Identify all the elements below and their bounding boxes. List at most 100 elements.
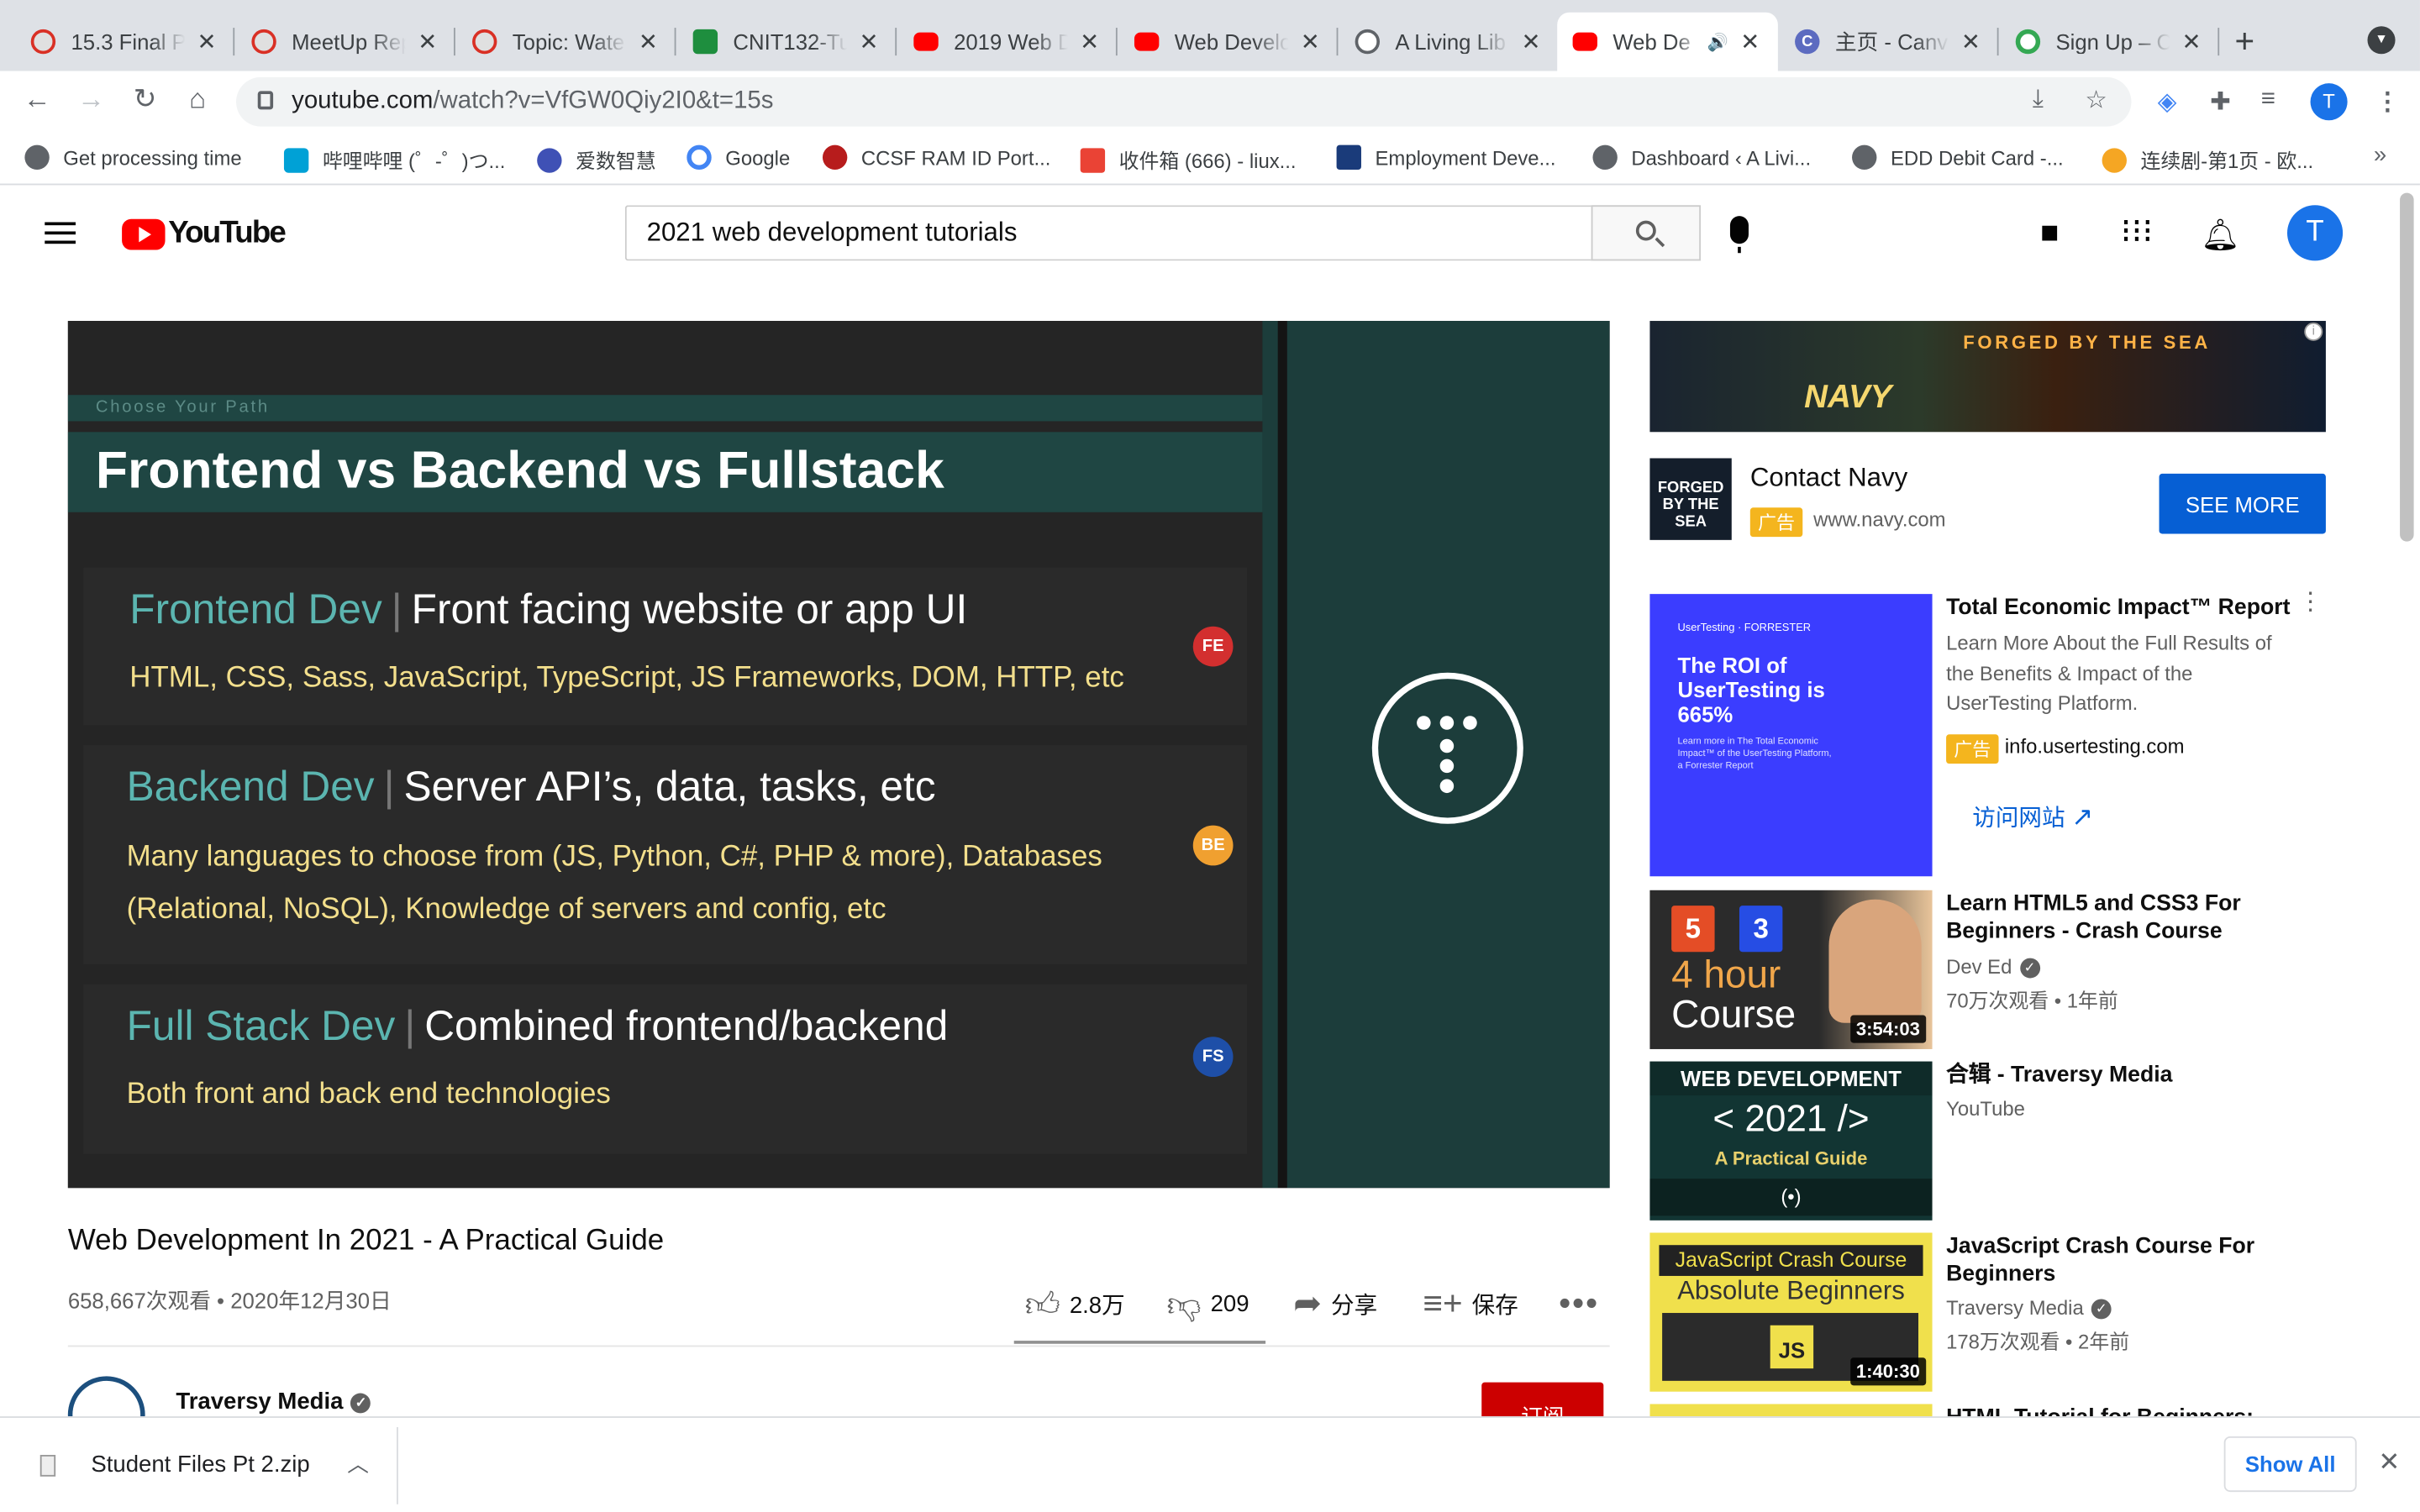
home-icon[interactable]: ⌂ xyxy=(179,83,216,116)
more-actions-icon[interactable]: ••• xyxy=(1559,1284,1599,1324)
related-title[interactable]: 合辑 - Traversy Media xyxy=(1946,1062,2301,1089)
bookmark-item[interactable]: CCSF RAM ID Port... xyxy=(822,144,1050,171)
hamburger-menu-icon[interactable] xyxy=(45,222,76,244)
show-all-button[interactable]: Show All xyxy=(2223,1436,2357,1493)
bookmark-item[interactable]: Employment Deve... xyxy=(1336,144,1555,171)
related-channel[interactable]: YouTube xyxy=(1946,1097,2025,1121)
related-title[interactable]: HTML Tutorial for Beginners: xyxy=(1946,1404,2301,1416)
related-video[interactable]: HTML Tutorial for Beginners: xyxy=(1649,1404,2325,1417)
chevron-up-icon[interactable]: ︿ xyxy=(347,1449,369,1480)
search-button[interactable] xyxy=(1591,205,1702,261)
like-button[interactable]: 👍︎ 2.8万 xyxy=(1025,1284,1125,1326)
see-more-button[interactable]: SEE MORE xyxy=(2159,473,2326,534)
grammarly-icon xyxy=(2015,29,2041,55)
search-input[interactable]: 2021 web development tutorials xyxy=(624,205,1593,261)
globe-icon xyxy=(1355,29,1381,55)
bookmark-item[interactable]: EDD Debit Card -... xyxy=(1852,144,2064,171)
close-tab-icon[interactable]: ✕ xyxy=(2179,28,2203,55)
kebab-menu-icon[interactable]: ⋮ xyxy=(2298,591,2323,615)
video-player[interactable]: Choose Your Path Frontend vs Backend vs … xyxy=(67,321,1610,1189)
extensions-puzzle-icon[interactable]: ✚ xyxy=(2210,87,2231,118)
related-title[interactable]: Learn HTML5 and CSS3 For Beginners - Cra… xyxy=(1946,890,2301,946)
promo-ad[interactable]: UserTesting · FORRESTER The ROI of UserT… xyxy=(1649,591,2325,877)
reload-icon[interactable]: ↻ xyxy=(127,83,164,116)
close-tab-icon[interactable]: ✕ xyxy=(1077,28,1102,55)
tab[interactable]: 15.3 Final P ✕ xyxy=(15,13,235,71)
back-icon[interactable]: ← xyxy=(18,83,55,116)
profile-avatar[interactable]: T xyxy=(2310,83,2348,121)
video-thumbnail[interactable] xyxy=(1649,1404,1933,1417)
tab[interactable]: A Living Lib ✕ xyxy=(1339,13,1559,71)
bookmarks-overflow-icon[interactable]: » xyxy=(2374,142,2386,168)
tab[interactable]: Sign Up – C ✕ xyxy=(2000,13,2220,71)
bookmark-item[interactable]: Dashboard ‹ A Livi... xyxy=(1592,144,1811,171)
bookmark-item[interactable]: 收件箱 (666) - liux... xyxy=(1080,145,1297,175)
share-button[interactable]: ➦ 分享 xyxy=(1293,1284,1377,1324)
related-channel[interactable]: Traversy Media ✓ xyxy=(1946,1296,2112,1320)
audio-playing-icon[interactable]: 🔊 xyxy=(1707,32,1728,51)
close-tab-icon[interactable]: ✕ xyxy=(856,28,881,55)
lock-icon[interactable] xyxy=(257,91,274,110)
tab[interactable]: MeetUp Rep ✕ xyxy=(236,13,455,71)
page-scrollbar[interactable] xyxy=(2395,186,2420,1417)
bookmark-item[interactable]: Google xyxy=(687,144,790,171)
close-tab-icon[interactable]: ✕ xyxy=(1298,28,1323,55)
bookmark-item[interactable]: 连续剧-第1页 - 欧... xyxy=(2102,145,2313,175)
ad-banner[interactable]: FORGED BY THE SEA NAVY xyxy=(1649,321,2326,433)
account-avatar[interactable]: T xyxy=(2286,205,2344,261)
install-app-icon[interactable]: ⤓ xyxy=(2033,87,2044,114)
visit-site-button[interactable]: 访问网站 ↗ xyxy=(1972,801,2093,833)
apps-grid-icon[interactable]: ⁝⁝⁝ xyxy=(2121,212,2154,252)
related-channel[interactable]: Dev Ed ✓ xyxy=(1946,955,2040,979)
close-tab-icon[interactable]: ✕ xyxy=(1959,28,1983,55)
url-text[interactable]: youtube.com/watch?v=VfGW0Qiy2I0&t=15s xyxy=(292,88,773,116)
tab[interactable]: CNIT132-Tu ✕ xyxy=(677,13,897,71)
tab[interactable]: 2019 Web D ✕ xyxy=(898,13,1118,71)
tab-search-icon[interactable]: ▾ xyxy=(2367,26,2396,55)
tab[interactable]: Web Develo ✕ xyxy=(1119,13,1339,71)
youtube-logo[interactable]: YouTube xyxy=(122,216,287,251)
media-control-icon[interactable]: ≡ xyxy=(2261,87,2275,114)
address-bar[interactable]: youtube.com/watch?v=VfGW0Qiy2I0&t=15s ⤓ … xyxy=(236,76,2132,127)
related-video[interactable]: JavaScript Crash Course Absolute Beginne… xyxy=(1649,1232,2325,1392)
scrollbar-thumb[interactable] xyxy=(2400,192,2414,542)
ad-title[interactable]: Contact Navy xyxy=(1750,463,1907,494)
tab-active[interactable]: Web De 🔊 ✕ xyxy=(1557,12,1778,71)
video-thumbnail[interactable]: 5 3 4 hour Course 3:54:03 xyxy=(1649,890,1933,1049)
ad-info-icon[interactable]: i xyxy=(2304,322,2323,341)
close-tab-icon[interactable]: ✕ xyxy=(636,28,660,55)
extension-icon[interactable]: ◈ xyxy=(2158,87,2177,118)
close-tab-icon[interactable]: ✕ xyxy=(1738,28,1762,55)
channel-name[interactable]: Traversy Media ✓ xyxy=(176,1389,371,1415)
menu-kebab-icon[interactable]: ⋮ xyxy=(2375,87,2400,118)
forward-icon[interactable]: → xyxy=(72,83,109,116)
save-button[interactable]: ≡+ 保存 xyxy=(1423,1284,1518,1324)
ad-logo[interactable]: FORGED BY THE SEA xyxy=(1649,458,1732,540)
row-heading: Frontend Dev | Front facing website or app… xyxy=(129,586,967,634)
promo-body: Learn More About the Full Results of the… xyxy=(1946,631,2272,715)
close-tab-icon[interactable]: ✕ xyxy=(194,28,218,55)
close-tab-icon[interactable]: ✕ xyxy=(415,28,439,55)
promo-thumbnail[interactable]: UserTesting · FORRESTER The ROI of UserT… xyxy=(1649,594,1933,877)
microphone-icon[interactable] xyxy=(1729,216,1749,254)
notifications-bell-icon[interactable]: 🔔︎ xyxy=(2201,216,2240,255)
dislike-button[interactable]: 👎︎ 209 xyxy=(1167,1284,1249,1326)
new-tab-button[interactable]: + xyxy=(2235,22,2255,62)
related-video[interactable]: 5 3 4 hour Course 3:54:03 Learn HTML5 and… xyxy=(1649,890,2325,1049)
promo-title[interactable]: Total Economic Impact™ Report xyxy=(1946,594,2301,622)
bookmark-item[interactable]: 哔哩哔哩 (゜-゜)つ... xyxy=(283,145,505,175)
download-filename[interactable]: Student Files Pt 2.zip xyxy=(91,1452,309,1478)
video-thumbnail[interactable]: JavaScript Crash Course Absolute Beginne… xyxy=(1649,1232,1933,1392)
tab[interactable]: Topic: Wate ✕ xyxy=(457,13,676,71)
close-tab-icon[interactable]: ✕ xyxy=(1518,28,1543,55)
bookmark-item[interactable]: Get processing time xyxy=(24,144,242,171)
row-body: Both front and back end technologies xyxy=(126,1078,611,1111)
bookmark-item[interactable]: 爱数智慧 xyxy=(537,145,656,175)
related-playlist[interactable]: WEB DEVELOPMENT < 2021 /> A Practical Gu… xyxy=(1649,1061,2325,1221)
bookmark-star-icon[interactable]: ☆ xyxy=(2085,85,2107,116)
close-icon[interactable]: ✕ xyxy=(2378,1447,2400,1478)
related-title[interactable]: JavaScript Crash Course For Beginners xyxy=(1946,1233,2301,1289)
create-video-icon[interactable]: ■ xyxy=(2040,216,2059,251)
video-thumbnail[interactable]: WEB DEVELOPMENT < 2021 /> A Practical Gu… xyxy=(1649,1061,1933,1221)
tab[interactable]: C 主页 - Canv ✕ xyxy=(1780,13,1999,71)
